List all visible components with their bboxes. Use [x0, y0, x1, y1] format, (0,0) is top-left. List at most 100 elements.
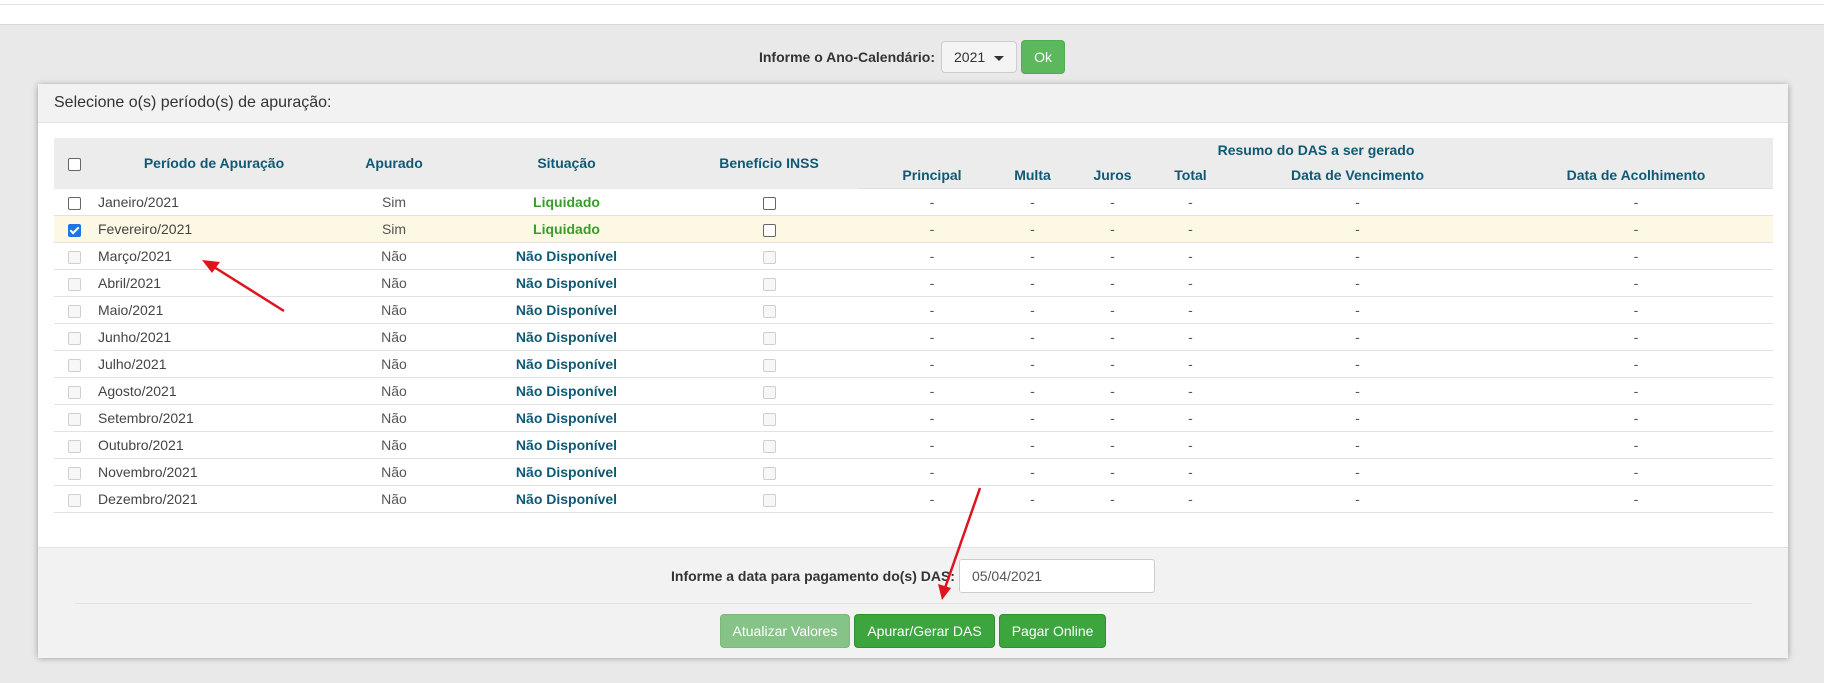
header-periodo[interactable]: Período de Apuração	[94, 138, 334, 189]
payment-date-input[interactable]	[958, 559, 1155, 593]
row-select-cell	[54, 404, 94, 432]
year-select-value: 2021	[954, 49, 986, 65]
row-select-checkbox	[67, 466, 81, 480]
table-row[interactable]: Janeiro/2021 Sim Liquidado - - - - - -	[54, 188, 1773, 216]
situacao-cell: Não Disponível	[454, 377, 679, 405]
header-situacao: Situação	[454, 138, 679, 189]
row-select-cell	[54, 431, 94, 459]
juros-cell: -	[1060, 269, 1165, 297]
multa-cell: -	[1005, 458, 1060, 486]
multa-cell: -	[1005, 431, 1060, 459]
top-bar-line	[0, 4, 1824, 5]
beneficio-checkbox	[762, 250, 776, 264]
header-apurado: Apurado	[334, 138, 454, 189]
ok-button[interactable]: Ok	[1021, 40, 1066, 74]
row-select-checkbox	[67, 439, 81, 453]
action-buttons: Atualizar Valores Apurar/Gerar DAS Pagar…	[38, 614, 1788, 648]
situacao-cell: Liquidado	[454, 188, 679, 216]
row-select-checkbox	[67, 358, 81, 372]
total-cell: -	[1165, 404, 1216, 432]
select-all-checkbox[interactable]	[67, 158, 81, 172]
multa-cell: -	[1005, 296, 1060, 324]
apurado-cell: Não	[334, 377, 454, 405]
apurar-gerar-das-button[interactable]: Apurar/Gerar DAS	[854, 614, 995, 648]
beneficio-checkbox[interactable]	[762, 223, 776, 237]
situacao-cell: Não Disponível	[454, 404, 679, 432]
beneficio-cell	[679, 485, 859, 513]
caret-down-icon	[994, 56, 1005, 61]
table-row[interactable]: Fevereiro/2021 Sim Liquidado - - - - - -	[54, 215, 1773, 243]
juros-cell: -	[1060, 485, 1165, 513]
table-row[interactable]: Junho/2021 Não Não Disponível - - - - - -	[54, 323, 1773, 351]
beneficio-cell	[679, 269, 859, 297]
multa-cell: -	[1005, 404, 1060, 432]
row-select-checkbox[interactable]	[67, 196, 81, 210]
header-total: Total	[1165, 162, 1216, 189]
pagar-online-button[interactable]: Pagar Online	[998, 614, 1107, 648]
acolhimento-cell: -	[1499, 296, 1773, 324]
table-row[interactable]: Maio/2021 Não Não Disponível - - - - - -	[54, 296, 1773, 324]
row-select-checkbox	[67, 385, 81, 399]
atualizar-valores-button[interactable]: Atualizar Valores	[719, 614, 851, 648]
vencimento-cell: -	[1216, 350, 1499, 378]
year-select[interactable]: 2021	[941, 41, 1018, 73]
table-row[interactable]: Outubro/2021 Não Não Disponível - - - - - -	[54, 431, 1773, 459]
row-select-cell	[54, 269, 94, 297]
multa-cell: -	[1005, 485, 1060, 513]
row-select-cell	[54, 215, 94, 243]
beneficio-cell	[679, 188, 859, 216]
juros-cell: -	[1060, 350, 1165, 378]
beneficio-checkbox[interactable]	[762, 196, 776, 210]
principal-cell: -	[859, 458, 1005, 486]
acolhimento-cell: -	[1499, 404, 1773, 432]
vencimento-cell: -	[1216, 485, 1499, 513]
row-select-cell	[54, 323, 94, 351]
row-select-checkbox[interactable]	[67, 223, 81, 237]
total-cell: -	[1165, 296, 1216, 324]
acolhimento-cell: -	[1499, 188, 1773, 216]
acolhimento-cell: -	[1499, 458, 1773, 486]
table-row[interactable]: Dezembro/2021 Não Não Disponível - - - - - -	[54, 485, 1773, 513]
beneficio-cell	[679, 431, 859, 459]
beneficio-cell	[679, 242, 859, 270]
beneficio-checkbox	[762, 412, 776, 426]
beneficio-checkbox	[762, 385, 776, 399]
periodo-cell: Dezembro/2021	[94, 485, 334, 513]
periodo-cell: Fevereiro/2021	[94, 215, 334, 243]
periodo-cell: Março/2021	[94, 242, 334, 270]
periodo-cell: Novembro/2021	[94, 458, 334, 486]
principal-cell: -	[859, 350, 1005, 378]
table-row[interactable]: Setembro/2021 Não Não Disponível - - - - - -	[54, 404, 1773, 432]
apuracao-table: Período de Apuração Apurado Situação Ben…	[54, 138, 1773, 513]
apurado-cell: Não	[334, 269, 454, 297]
beneficio-cell	[679, 458, 859, 486]
table-row[interactable]: Março/2021 Não Não Disponível - - - - - -	[54, 242, 1773, 270]
header-multa: Multa	[1005, 162, 1060, 189]
header-beneficio: Benefício INSS	[679, 138, 859, 189]
acolhimento-cell: -	[1499, 431, 1773, 459]
total-cell: -	[1165, 215, 1216, 243]
beneficio-checkbox	[762, 466, 776, 480]
situacao-cell: Não Disponível	[454, 431, 679, 459]
principal-cell: -	[859, 323, 1005, 351]
table-row[interactable]: Abril/2021 Não Não Disponível - - - - - -	[54, 269, 1773, 297]
beneficio-checkbox	[762, 304, 776, 318]
total-cell: -	[1165, 188, 1216, 216]
table-row[interactable]: Agosto/2021 Não Não Disponível - - - - - -	[54, 377, 1773, 405]
table-row[interactable]: Novembro/2021 Não Não Disponível - - - - - -	[54, 458, 1773, 486]
multa-cell: -	[1005, 323, 1060, 351]
table-row[interactable]: Julho/2021 Não Não Disponível - - - - - -	[54, 350, 1773, 378]
vencimento-cell: -	[1216, 431, 1499, 459]
apurado-cell: Não	[334, 296, 454, 324]
header-resumo-group: Resumo do DAS a ser gerado	[859, 138, 1773, 162]
beneficio-cell	[679, 215, 859, 243]
situacao-cell: Não Disponível	[454, 323, 679, 351]
top-bar	[0, 0, 1824, 25]
apurado-cell: Não	[334, 323, 454, 351]
apurado-cell: Não	[334, 350, 454, 378]
apuracao-panel: Selecione o(s) período(s) de apuração: P…	[38, 84, 1788, 658]
situacao-cell: Não Disponível	[454, 242, 679, 270]
juros-cell: -	[1060, 188, 1165, 216]
total-cell: -	[1165, 377, 1216, 405]
situacao-cell: Não Disponível	[454, 485, 679, 513]
